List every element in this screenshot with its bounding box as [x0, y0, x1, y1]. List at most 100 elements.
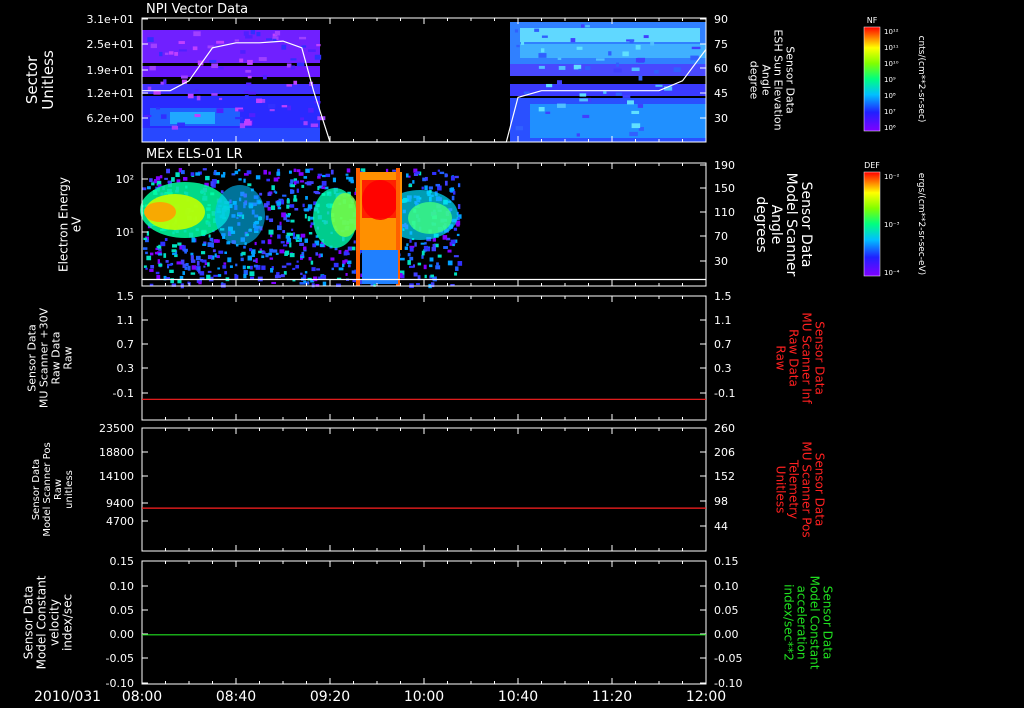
panel-frame [141, 427, 707, 552]
colorbar [863, 171, 881, 277]
y-tick-label-right: -0.1 [714, 387, 735, 400]
y-axis-label-line: eV [70, 216, 84, 232]
y-tick-label-right: 1.5 [714, 290, 732, 303]
y-axis-label-left: Electron Energy eV [57, 177, 84, 272]
colorbar-tick: 10⁷ [884, 108, 896, 116]
y-axis-label-right: Sensor DataMU Scanner InfRaw DataRaw [774, 312, 827, 404]
y-tick-label-right: 190 [714, 159, 735, 172]
colorbar-tick: 10¹¹ [884, 44, 899, 52]
x-date-label: 2010/031 [34, 689, 101, 705]
y-tick-label-right: 206 [714, 446, 735, 459]
y-axis-label-left: Sensor Data Model Scanner Pos Raw unitless [31, 442, 75, 536]
y-tick-label-left: 2.5e+01 [87, 38, 134, 51]
y-axis-label-line: Model Constant [35, 575, 49, 669]
colorbar-tick: 10¹⁰ [884, 60, 899, 68]
y-axis-label-line: velocity [48, 599, 62, 646]
colorbar-label: DEF [864, 161, 880, 170]
y-tick-label-left: 4700 [106, 515, 134, 528]
x-tick-label: 10:00 [404, 689, 444, 705]
x-tick-label: 08:40 [216, 689, 256, 705]
y-axis-label-line: Unitless [774, 466, 788, 514]
colorbar-unit: ergs/(cm**2-sr-sec-eV) [916, 173, 926, 275]
colorbar-tick: 10⁸ [884, 92, 896, 100]
y-axis-label-left: SectorUnitless [23, 50, 57, 110]
y-axis-label-line: Angle [768, 205, 784, 245]
y-tick-label-right: 90 [714, 13, 728, 26]
y-tick-label-right: 0.15 [714, 555, 739, 568]
y-axis-label-left: Sensor Data MU Scanner +30V Raw DataRaw [26, 307, 75, 408]
y-tick-label-right: 0.00 [714, 628, 739, 641]
x-tick-label: 12:00 [686, 689, 726, 705]
y-tick-label-right: 0.7 [714, 338, 732, 351]
panel-title: NPI Vector Data [146, 2, 248, 17]
y-axis-label-line: Raw [53, 479, 64, 500]
y-axis-label-line: Sensor Data [22, 586, 36, 660]
colorbar-tick: 10⁶ [884, 124, 896, 132]
y-tick-label-right: 30 [714, 255, 728, 268]
y-tick-label-left: 0.05 [110, 604, 135, 617]
y-axis-label-line: Model Scanner Pos [42, 442, 53, 536]
y-tick-label-left: 0.15 [110, 555, 135, 568]
y-axis-label-line: Sensor Data [798, 182, 814, 268]
x-tick-label: 09:20 [310, 689, 350, 705]
y-tick-label-left: 10² [116, 173, 134, 186]
y-tick-label-left: -0.1 [113, 387, 134, 400]
y-axis-label-right: Sensor DataModel Constantaccelerationind… [782, 576, 835, 670]
y-axis-label-line: MU Scanner Inf [800, 312, 814, 404]
y-axis-label-line: Unitless [39, 50, 57, 110]
colorbar-label: NF [867, 16, 878, 25]
y-tick-label-right: 0.10 [714, 580, 739, 593]
panel-frame [141, 560, 707, 685]
y-tick-label-left: 1.1 [117, 314, 135, 327]
x-tick-label: 10:40 [498, 689, 538, 705]
colorbar-unit-text: cnts/(cm**2-sr-sec) [916, 36, 926, 123]
y-tick-label-left: 1.9e+01 [87, 64, 134, 77]
colorbar-unit-text: ergs/(cm**2-sr-sec-eV) [916, 173, 926, 275]
y-tick-label-left: 6.2e+00 [87, 112, 134, 125]
y-tick-label-right: 260 [714, 422, 735, 435]
y-axis-label-line: unitless [64, 470, 75, 509]
y-tick-label-left: 10¹ [116, 226, 134, 239]
colorbar-tick: 10⁻³ [884, 221, 900, 229]
y-tick-label-right: 1.1 [714, 314, 732, 327]
y-tick-label-left: 1.2e+01 [87, 87, 134, 100]
y-tick-label-right: -0.05 [714, 652, 742, 665]
y-axis-label-line: acceleration [795, 586, 809, 660]
y-tick-label-left: 0.00 [110, 628, 135, 641]
y-tick-label-right: 0.3 [714, 362, 732, 375]
y-axis-label-line: Sensor Data [813, 321, 827, 395]
colorbar-tick: 10⁻⁴ [884, 269, 900, 277]
y-tick-label-left: -0.05 [106, 652, 134, 665]
y-tick-label-left: 14100 [99, 470, 134, 483]
y-axis-label-line: Raw [774, 345, 788, 370]
y-tick-label-right: 152 [714, 470, 735, 483]
y-axis-label-line: degrees [753, 196, 769, 252]
y-tick-label-left: 0.3 [117, 362, 135, 375]
y-axis-label-line: MU Scanner Pos [800, 441, 814, 537]
colorbar-tick: 10⁹ [884, 76, 896, 84]
y-tick-label-left: 0.7 [117, 338, 135, 351]
x-tick-label: 11:20 [592, 689, 632, 705]
y-axis-label-line: Model Constant [808, 576, 822, 670]
y-tick-label-left: 9400 [106, 497, 134, 510]
y-axis-label-line: Electron Energy [57, 177, 71, 272]
x-tick-label: 08:00 [122, 689, 162, 705]
y-tick-label-right: 98 [714, 495, 728, 508]
y-tick-label-right: 44 [714, 520, 728, 533]
y-tick-label-left: 3.1e+01 [87, 13, 134, 26]
chart-canvas: NPI Vector Data 3.1e+01 2.5e+01 1.9e+01 1.2e… [22, 2, 927, 705]
y-tick-label-right: 75 [714, 38, 728, 51]
y-axis-label-line: index/sec [61, 594, 75, 651]
panel-title: MEx ELS-01 LR [146, 147, 243, 162]
y-axis-label-line: Sensor Data [31, 459, 42, 520]
y-tick-label-left: 18800 [99, 446, 134, 459]
colorbar-tick: 10¹² [884, 28, 899, 36]
y-axis-label-line: Model Scanner [783, 173, 799, 277]
y-tick-label-right: 45 [714, 87, 728, 100]
y-axis-label-right: Sensor DataMU Scanner PosTelemetryUnitle… [774, 441, 827, 537]
colorbar-tick: 10⁻² [884, 173, 900, 181]
y-tick-label-right: 60 [714, 62, 728, 75]
y-tick-label-right: 70 [714, 230, 728, 243]
colorbar [863, 26, 881, 132]
y-axis-label-line: Raw [62, 346, 75, 369]
